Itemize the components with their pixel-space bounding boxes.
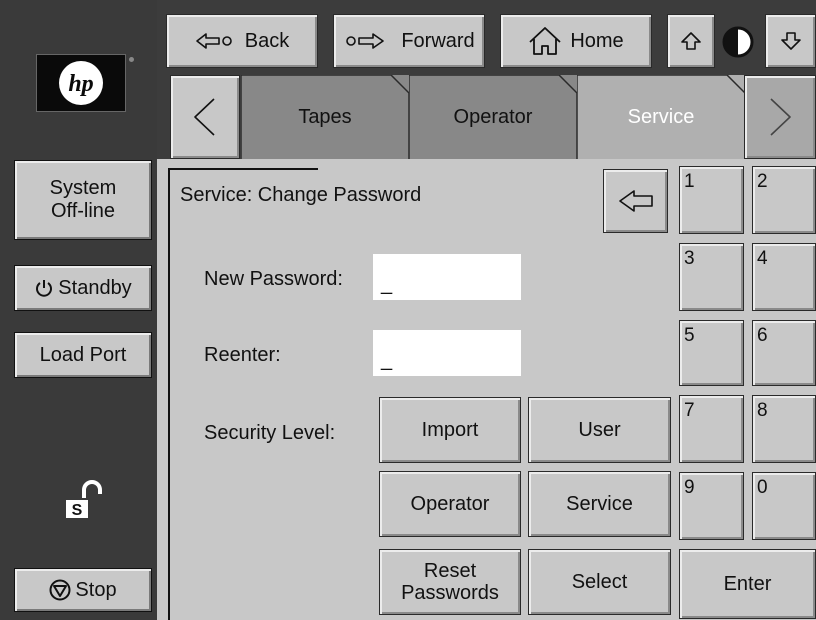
system-status-button[interactable]: System Off-line xyxy=(14,160,152,240)
up-arrow-icon xyxy=(681,32,701,50)
service-level-button[interactable]: Service xyxy=(528,471,671,537)
enter-button[interactable]: Enter xyxy=(679,549,816,619)
reset-passwords-button[interactable]: Reset Passwords xyxy=(379,549,521,615)
hp-logo-icon: hp xyxy=(59,61,103,105)
keypad-key-3-label: 3 xyxy=(684,248,695,269)
keypad-key-4[interactable]: 4 xyxy=(752,243,816,311)
keypad-key-3[interactable]: 3 xyxy=(679,243,744,311)
home-label: Home xyxy=(570,30,624,52)
keypad-key-7[interactable]: 7 xyxy=(679,395,744,463)
standby-label: Standby xyxy=(58,276,132,299)
back-arrow-icon xyxy=(195,33,232,49)
panel-border-left xyxy=(168,168,170,620)
contrast-up-button[interactable] xyxy=(667,14,715,68)
new-password-value: _ xyxy=(381,273,393,295)
hp-logo: hp xyxy=(36,54,126,112)
back-label: Back xyxy=(244,30,290,52)
reenter-label: Reenter: xyxy=(204,344,281,366)
tab-service-label: Service xyxy=(627,105,695,128)
stop-button[interactable]: Stop xyxy=(14,568,152,612)
import-level-button[interactable]: Import xyxy=(379,397,521,463)
half-circle-contrast-icon xyxy=(722,26,754,58)
forward-arrow-icon xyxy=(346,33,385,49)
user-level-button[interactable]: User xyxy=(528,397,671,463)
reenter-password-input[interactable]: _ xyxy=(373,330,521,376)
keypad-key-2-label: 2 xyxy=(757,171,768,192)
tab-tapes-label: Tapes xyxy=(298,105,352,128)
down-arrow-icon xyxy=(780,32,801,50)
tab-service[interactable]: Service xyxy=(577,75,745,159)
unlocked-padlock-icon: S xyxy=(66,480,102,519)
contrast-icon xyxy=(720,24,756,60)
tab-operator-label: Operator xyxy=(453,105,533,128)
keypad-key-8[interactable]: 8 xyxy=(752,395,816,463)
panel-border-top xyxy=(168,168,318,170)
select-button[interactable]: Select xyxy=(528,549,671,615)
standby-button[interactable]: Standby xyxy=(14,265,152,311)
registered-mark xyxy=(129,57,134,62)
keypad-key-1[interactable]: 1 xyxy=(679,166,744,234)
keypad-key-9-label: 9 xyxy=(684,477,695,498)
security-lock-icon: S xyxy=(64,476,108,520)
security-level-label: Security Level: xyxy=(204,422,336,444)
tab-tapes[interactable]: Tapes xyxy=(241,75,409,159)
stop-icon xyxy=(49,579,71,601)
tab-scroll-left-button[interactable] xyxy=(170,75,240,159)
keypad-key-6[interactable]: 6 xyxy=(752,320,816,386)
home-button[interactable]: Home xyxy=(500,14,652,68)
new-password-input[interactable]: _ xyxy=(373,254,521,300)
keypad-key-5-label: 5 xyxy=(684,325,695,346)
page-title: Service: Change Password xyxy=(180,184,422,206)
keypad-key-4-label: 4 xyxy=(757,248,768,269)
svg-text:S: S xyxy=(72,502,83,519)
forward-button[interactable]: Forward xyxy=(333,14,485,68)
backspace-arrow-icon xyxy=(618,190,653,212)
right-triangle-icon xyxy=(770,98,791,136)
keypad-key-6-label: 6 xyxy=(757,325,768,346)
backspace-button[interactable] xyxy=(603,169,668,233)
keypad-key-2[interactable]: 2 xyxy=(752,166,816,234)
tab-scroll-right-button[interactable] xyxy=(744,75,816,159)
left-triangle-icon xyxy=(194,98,215,136)
svg-text:hp: hp xyxy=(68,71,93,97)
reenter-password-value: _ xyxy=(381,349,393,371)
keypad-key-0-label: 0 xyxy=(757,477,768,498)
new-password-label: New Password: xyxy=(204,268,343,290)
keypad-key-1-label: 1 xyxy=(684,171,695,192)
keypad-key-7-label: 7 xyxy=(684,400,695,421)
stop-label: Stop xyxy=(75,578,117,601)
keypad-key-8-label: 8 xyxy=(757,400,768,421)
forward-label: Forward xyxy=(401,30,475,52)
keypad-key-0[interactable]: 0 xyxy=(752,472,816,540)
contrast-down-button[interactable] xyxy=(765,14,816,68)
load-port-button[interactable]: Load Port xyxy=(14,332,152,378)
home-icon xyxy=(529,27,561,55)
back-button[interactable]: Back xyxy=(166,14,318,68)
keypad-key-9[interactable]: 9 xyxy=(679,472,744,540)
power-icon xyxy=(36,280,53,297)
operator-level-button[interactable]: Operator xyxy=(379,471,521,537)
keypad-key-5[interactable]: 5 xyxy=(679,320,744,386)
tab-operator[interactable]: Operator xyxy=(409,75,577,159)
